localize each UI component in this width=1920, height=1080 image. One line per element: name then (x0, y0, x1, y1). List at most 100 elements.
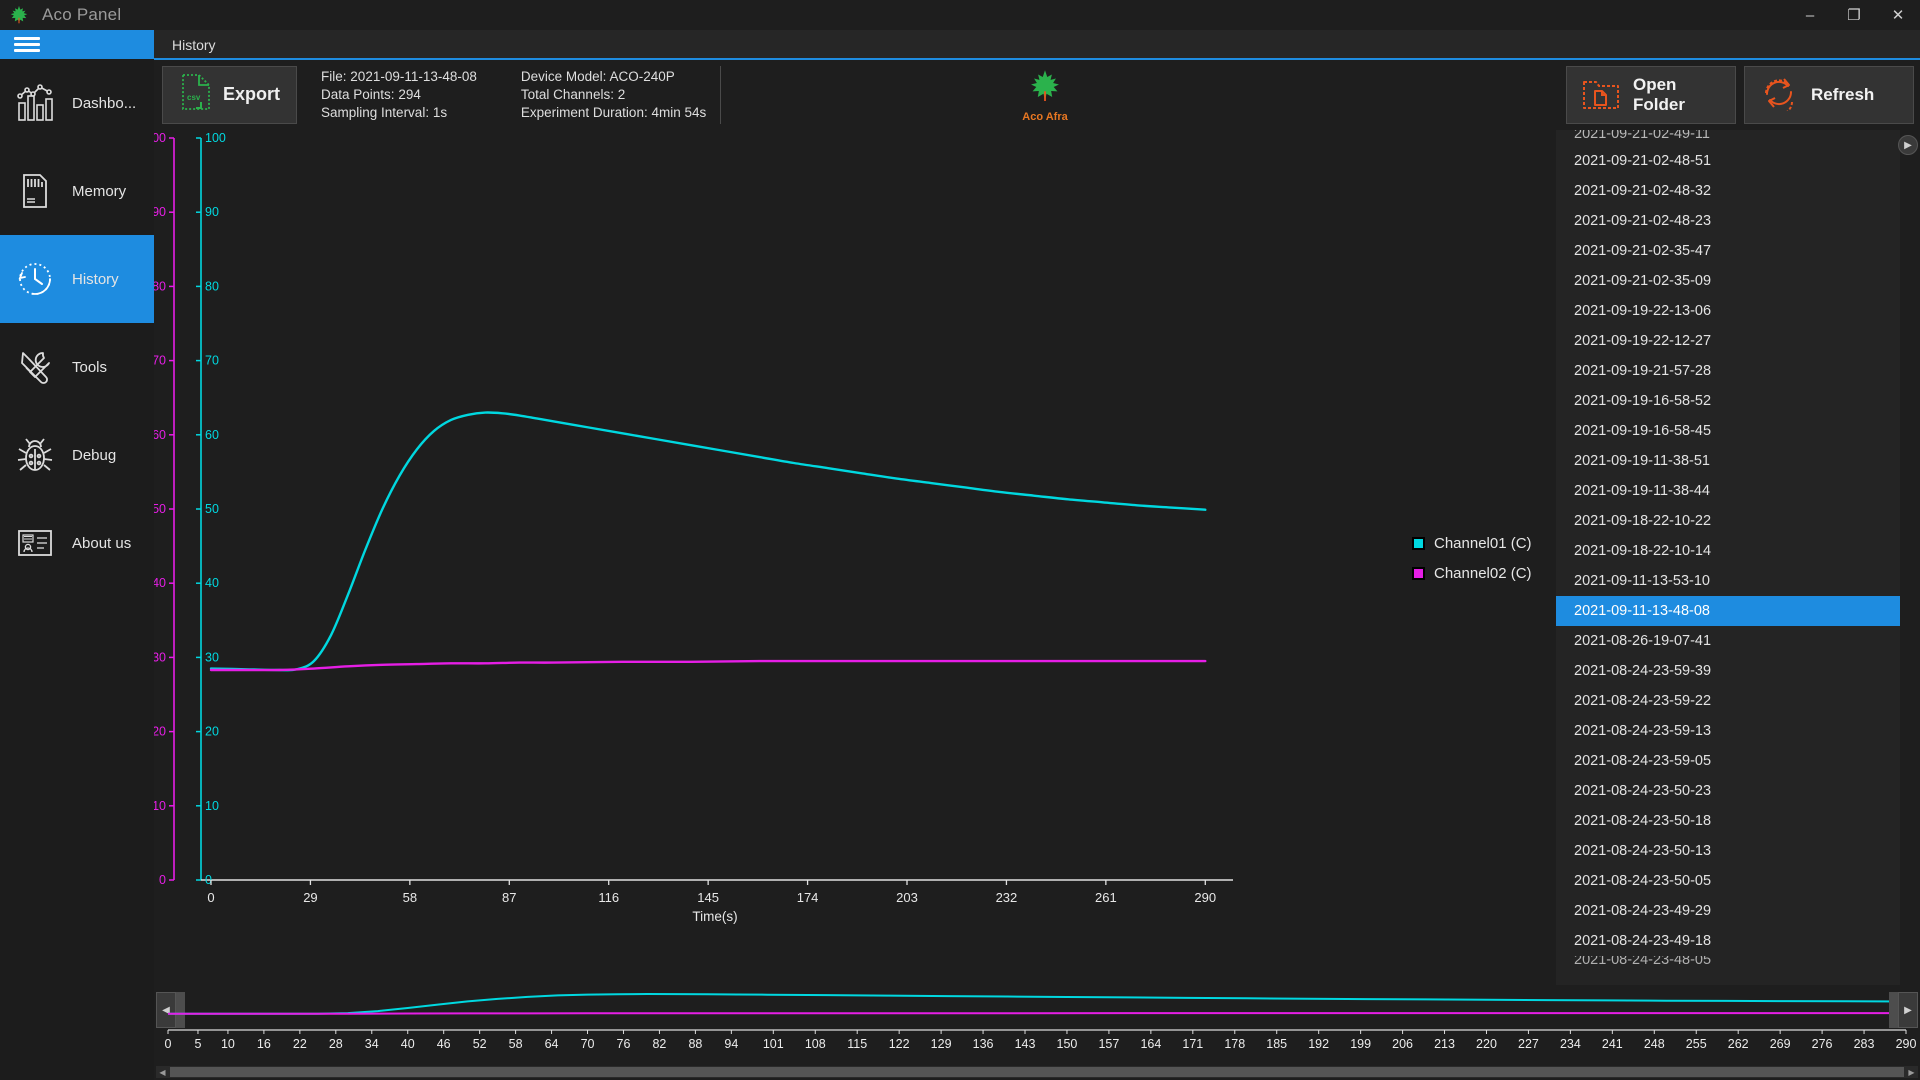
svg-text:50: 50 (205, 502, 219, 516)
file-list-item[interactable]: 2021-08-24-23-50-13 (1556, 836, 1900, 866)
svg-text:34: 34 (365, 1037, 379, 1051)
legend-item-channel02[interactable]: Channel02 (C) (1412, 565, 1552, 582)
brand-logo: Aco Afra (985, 66, 1105, 124)
svg-text:164: 164 (1140, 1037, 1161, 1051)
refresh-button[interactable]: Refresh (1744, 66, 1914, 124)
file-list-item[interactable]: 2021-08-24-23-59-05 (1556, 746, 1900, 776)
tab-history[interactable]: History (154, 30, 234, 59)
svg-text:262: 262 (1728, 1037, 1749, 1051)
refresh-icon (1759, 75, 1799, 116)
file-list-item[interactable]: 2021-09-21-02-35-47 (1556, 236, 1900, 266)
svg-text:52: 52 (473, 1037, 487, 1051)
file-list-item[interactable]: 2021-09-19-11-38-51 (1556, 446, 1900, 476)
info-device-model-label: Device Model: (520, 69, 607, 84)
refresh-label: Refresh (1811, 85, 1875, 105)
hscroll-thumb[interactable] (170, 1067, 1904, 1077)
svg-text:157: 157 (1098, 1037, 1119, 1051)
sidebar-item-memory[interactable]: Memory (0, 147, 154, 235)
sidebar-item-debug[interactable]: Debug (0, 411, 154, 499)
file-list-item[interactable]: 2021-08-24-23-50-18 (1556, 806, 1900, 836)
info-device-model: Device Model: ACO-240P (521, 69, 706, 84)
file-list-item[interactable]: 2021-08-24-23-49-18 (1556, 926, 1900, 956)
file-list-item[interactable]: 2021-09-11-13-53-10 (1556, 566, 1900, 596)
svg-text:171: 171 (1182, 1037, 1203, 1051)
file-list-item[interactable]: 2021-09-19-11-38-44 (1556, 476, 1900, 506)
overview-mini-chart[interactable]: 0 5 10 16 22 28 34 40 46 52 58 64 70 76 82 88 94 101 108 11… (154, 988, 1920, 1060)
legend-item-channel01[interactable]: Channel01 (C) (1412, 535, 1552, 552)
svg-text:232: 232 (996, 890, 1018, 905)
info-sampling: Sampling Interval: 1s (321, 105, 477, 120)
file-list-item[interactable]: 2021-09-11-13-48-08 (1556, 596, 1900, 626)
history-line-chart[interactable]: 0 0 10 10 20 20 30 30 40 40 50 50 60 60 70 70 80 80 90 90 10… (145, 130, 1554, 985)
svg-text:70: 70 (154, 354, 166, 368)
overview-range-handle-right[interactable] (1889, 992, 1898, 1028)
file-list-item[interactable]: 2021-09-18-22-10-22 (1556, 506, 1900, 536)
file-list-item[interactable]: 2021-09-21-02-48-23 (1556, 206, 1900, 236)
file-list-item[interactable]: 2021-08-24-23-59-22 (1556, 686, 1900, 716)
minimize-button[interactable]: – (1788, 0, 1832, 30)
open-folder-label: Open Folder (1633, 75, 1685, 114)
folder-open-icon (1581, 75, 1621, 116)
overview-right-arrow[interactable]: ▶ (1898, 992, 1918, 1028)
info-data-points-value: 294 (398, 87, 421, 102)
svg-text:290: 290 (1194, 890, 1216, 905)
application-window: Aco Panel – ❐ ✕ Dashbo... Memory History… (0, 0, 1920, 1080)
file-list-item[interactable]: 2021-08-24-23-59-13 (1556, 716, 1900, 746)
file-list[interactable]: 2021-09-21-02-49-11 2021-09-21-02-48-51 20… (1556, 130, 1900, 985)
svg-text:0: 0 (159, 873, 166, 887)
toolbar-right-buttons: Open Folder Refresh (1566, 66, 1914, 124)
brand-name: Aco Afra (1022, 110, 1068, 123)
sidebar-item-about-us[interactable]: About us (0, 499, 154, 587)
file-list-item[interactable]: 2021-09-19-22-13-06 (1556, 296, 1900, 326)
svg-text:213: 213 (1434, 1037, 1455, 1051)
info-duration-value: 4min 54s (651, 105, 707, 120)
info-panel: File: 2021-09-11-13-48-08 Data Points: 2… (307, 65, 722, 124)
open-folder-button[interactable]: Open Folder (1566, 66, 1736, 124)
svg-text:145: 145 (697, 890, 719, 905)
file-list-item[interactable]: 2021-08-24-23-49-29 (1556, 896, 1900, 926)
info-file-value: 2021-09-11-13-48-08 (350, 69, 477, 84)
horizontal-scrollbar[interactable]: ◀ ▶ (156, 1066, 1918, 1078)
svg-text:150: 150 (1057, 1037, 1078, 1051)
window-title: Aco Panel (42, 5, 122, 24)
file-list-item[interactable]: 2021-09-21-02-48-32 (1556, 176, 1900, 206)
hamburger-icon[interactable] (0, 30, 154, 59)
file-list-item-partial-bottom[interactable]: 2021-08-24-23-48-05 (1556, 956, 1900, 970)
svg-text:30: 30 (205, 650, 219, 664)
export-button[interactable]: csv Export (162, 65, 298, 124)
svg-text:80: 80 (205, 279, 219, 293)
file-list-item[interactable]: 2021-09-19-22-12-27 (1556, 326, 1900, 356)
file-list-item[interactable]: 2021-09-21-02-35-09 (1556, 266, 1900, 296)
file-list-item-partial[interactable]: 2021-09-21-02-49-11 (1556, 130, 1900, 146)
file-list-item[interactable]: 2021-09-19-21-57-28 (1556, 356, 1900, 386)
sidebar-label-memory: Memory (72, 182, 127, 200)
sidebar-item-history[interactable]: History (0, 235, 154, 323)
file-list-item[interactable]: 2021-08-26-19-07-41 (1556, 626, 1900, 656)
info-file-label: File: (321, 69, 347, 84)
svg-text:136: 136 (973, 1037, 994, 1051)
hscroll-right-icon[interactable]: ▶ (1905, 1066, 1918, 1078)
svg-text:94: 94 (724, 1037, 738, 1051)
sidebar-label-history: History (72, 270, 119, 288)
panel-collapse-button[interactable]: ▶ (1898, 135, 1918, 155)
sidebar-item-dashboard[interactable]: Dashbo... (0, 59, 154, 147)
svg-text:261: 261 (1095, 890, 1117, 905)
sidebar-item-tools[interactable]: Tools (0, 323, 154, 411)
file-list-item[interactable]: 2021-08-24-23-50-05 (1556, 866, 1900, 896)
file-list-item[interactable]: 2021-08-24-23-50-23 (1556, 776, 1900, 806)
file-list-item[interactable]: 2021-08-24-23-59-39 (1556, 656, 1900, 686)
svg-text:80: 80 (154, 279, 166, 293)
svg-text:csv: csv (187, 93, 201, 102)
svg-text:241: 241 (1602, 1037, 1623, 1051)
file-list-item[interactable]: 2021-09-19-16-58-45 (1556, 416, 1900, 446)
info-device-model-value: ACO-240P (609, 69, 675, 84)
file-list-item[interactable]: 2021-09-19-16-58-52 (1556, 386, 1900, 416)
maximize-button[interactable]: ❐ (1832, 0, 1876, 30)
svg-text:0: 0 (207, 890, 214, 905)
file-list-item[interactable]: 2021-09-18-22-10-14 (1556, 536, 1900, 566)
close-button[interactable]: ✕ (1876, 0, 1920, 30)
svg-text:16: 16 (257, 1037, 271, 1051)
hscroll-left-icon[interactable]: ◀ (156, 1066, 169, 1078)
open-folder-line1: Open (1633, 75, 1677, 95)
file-list-item[interactable]: 2021-09-21-02-48-51 (1556, 146, 1900, 176)
